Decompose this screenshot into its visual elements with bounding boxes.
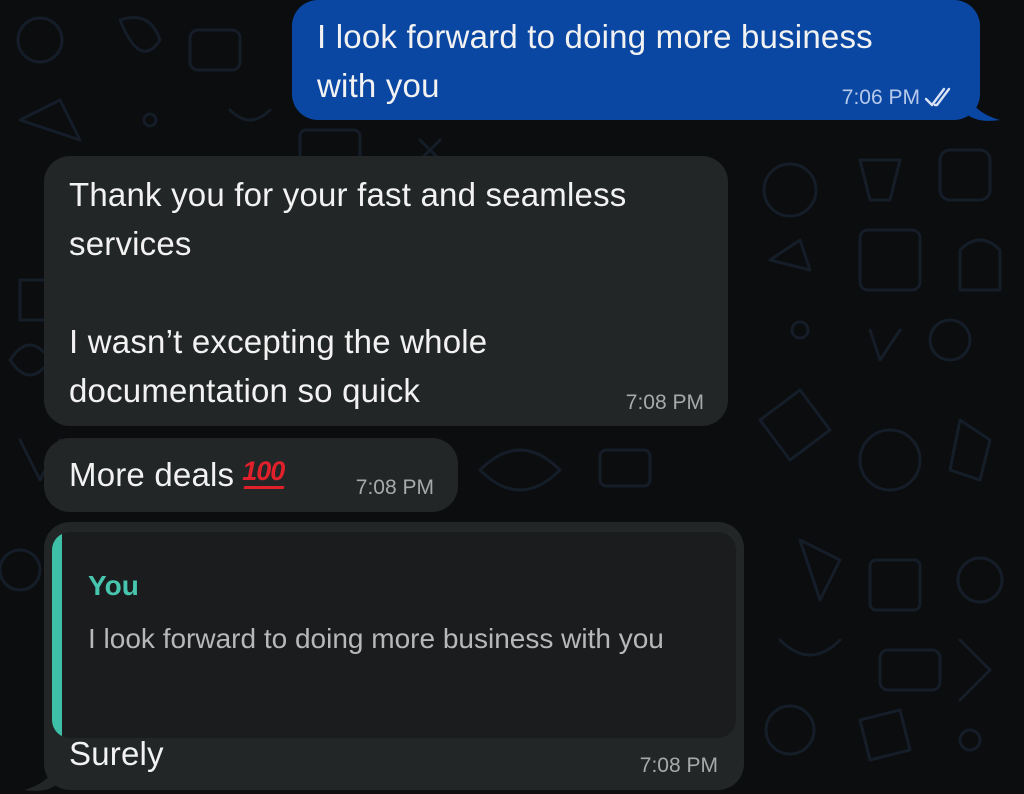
message-time: 7:08 PM [639,754,718,777]
incoming-reply-message-bubble[interactable]: You I look forward to doing more busines… [44,522,744,790]
incoming-bubble-tail [24,754,62,791]
message-text: More deals [69,456,235,493]
quote-accent-bar [52,532,62,738]
message-time: 7:08 PM [625,391,704,414]
message-text: Surely [69,735,164,772]
message-time: 7:08 PM [355,476,434,499]
message-time: 7:06 PM [841,86,920,109]
emoji-text: 100 [242,456,285,486]
message-text: Thank you for your fast and seamless ser… [69,176,627,409]
quote-author: You [88,570,139,601]
hundred-points-emoji: 100 [242,456,285,489]
quote-text: I look forward to doing more business wi… [88,623,664,654]
double-check-icon [924,87,951,107]
outgoing-bubble-tail [962,84,1000,121]
incoming-message-bubble[interactable]: More deals 100 7:08 PM [44,438,458,512]
incoming-message-bubble[interactable]: Thank you for your fast and seamless ser… [44,156,728,426]
outgoing-message-bubble[interactable]: I look forward to doing more business wi… [292,0,980,120]
quoted-message[interactable]: You I look forward to doing more busines… [52,532,736,738]
